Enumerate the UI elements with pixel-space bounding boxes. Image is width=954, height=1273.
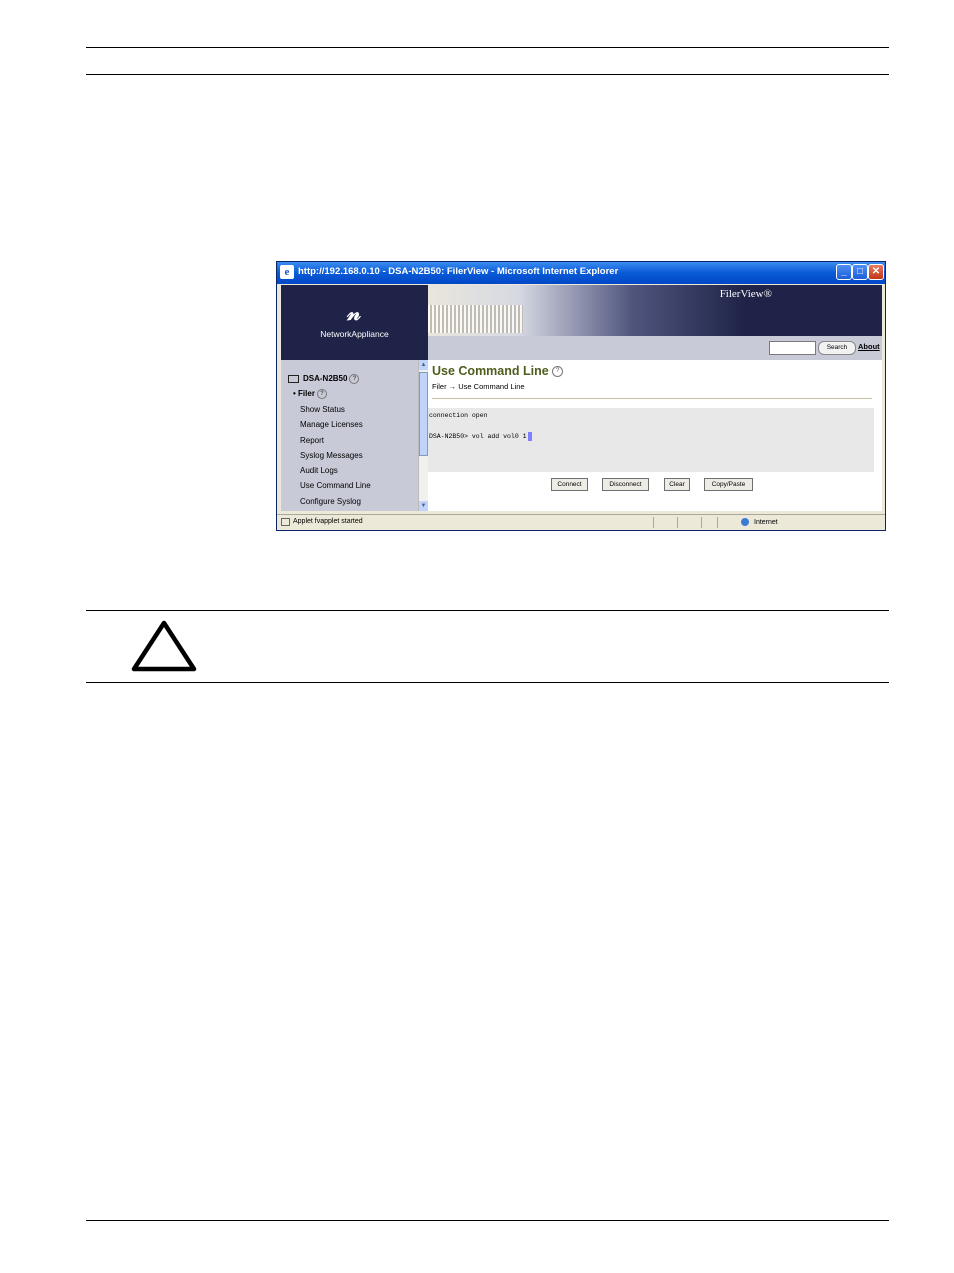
- clear-button[interactable]: Clear: [664, 478, 690, 491]
- sidebar-item-configure-syslog[interactable]: Configure Syslog: [300, 497, 361, 506]
- connect-button[interactable]: Connect: [551, 478, 588, 491]
- search-input[interactable]: [769, 341, 816, 355]
- sidebar-item-show-status[interactable]: Show Status: [300, 405, 345, 414]
- title-divider: [432, 398, 872, 399]
- sidebar-item-manage-licenses[interactable]: Manage Licenses: [300, 420, 363, 429]
- header-rule-bottom: [86, 74, 889, 75]
- caution-rule-bottom: [86, 682, 889, 683]
- netapp-logo-icon: 𝓃: [347, 300, 361, 325]
- filer-device-icon: [288, 375, 299, 383]
- browser-window-screenshot: e http://192.168.0.10 - DSA-N2B50: Filer…: [276, 261, 886, 531]
- sidebar-item-audit-logs[interactable]: Audit Logs: [300, 466, 338, 475]
- status-separator: [701, 517, 702, 528]
- filerview-banner: FilerView®: [428, 285, 882, 336]
- scroll-up-icon[interactable]: ▲: [419, 360, 428, 370]
- scrollbar-thumb[interactable]: [419, 372, 428, 456]
- banner-hardware-image: [428, 305, 523, 333]
- applet-icon: [281, 518, 290, 526]
- status-separator: [677, 517, 678, 528]
- filer-label: Filer: [298, 389, 315, 399]
- text-cursor: [527, 432, 532, 441]
- brand-logo: 𝓃 NetworkAppliance: [281, 285, 428, 360]
- sidebar-host[interactable]: DSA-N2B50?: [288, 374, 360, 384]
- window-title-bar: e http://192.168.0.10 - DSA-N2B50: Filer…: [277, 262, 885, 284]
- copy-paste-button[interactable]: Copy/Paste: [704, 478, 753, 491]
- sidebar-item-report[interactable]: Report: [300, 436, 324, 445]
- help-icon[interactable]: ?: [316, 389, 327, 399]
- search-button[interactable]: Search: [818, 341, 856, 355]
- ie-icon: e: [280, 265, 294, 279]
- sidebar-item-filer[interactable]: • Filer?: [293, 389, 327, 399]
- sidebar-item-use-command-line[interactable]: Use Command Line: [300, 481, 371, 490]
- close-button[interactable]: ✕: [868, 264, 884, 280]
- footer-rule: [86, 1220, 889, 1221]
- help-icon[interactable]: ?: [552, 366, 564, 378]
- console-line: DSA-N2B50> vol add vol0 1: [429, 432, 532, 441]
- minimize-button[interactable]: _: [836, 264, 852, 280]
- main-content: Use Command Line ? Filer → Use Command L…: [428, 360, 882, 511]
- console-line: connection open: [429, 412, 488, 419]
- scroll-down-icon[interactable]: ▼: [419, 501, 428, 511]
- globe-icon: [741, 518, 749, 526]
- command-console[interactable]: connection open DSA-N2B50> vol add vol0 …: [428, 408, 874, 472]
- disconnect-button[interactable]: Disconnect: [602, 478, 649, 491]
- header-rule-top: [86, 47, 889, 48]
- sidebar-scrollbar[interactable]: ▲ ▼: [418, 360, 428, 511]
- sidebar-item-syslog-messages[interactable]: Syslog Messages: [300, 451, 363, 460]
- search-bar: Search About: [428, 336, 882, 360]
- about-link[interactable]: About: [858, 342, 880, 351]
- sidebar-nav: DSA-N2B50? • Filer? Show Status Manage L…: [281, 360, 418, 511]
- product-name: FilerView®: [719, 288, 772, 300]
- host-name: DSA-N2B50: [303, 374, 348, 384]
- status-separator: [717, 517, 718, 528]
- help-icon[interactable]: ?: [349, 374, 360, 384]
- breadcrumb: Filer → Use Command Line: [432, 382, 525, 391]
- status-text: Applet fvapplet started: [293, 518, 363, 525]
- window-title: http://192.168.0.10 - DSA-N2B50: FilerVi…: [298, 266, 619, 277]
- security-zone: Internet: [741, 518, 778, 526]
- caution-triangle-icon: [131, 620, 197, 672]
- page-title: Use Command Line ?: [432, 364, 564, 378]
- maximize-button[interactable]: □: [852, 264, 868, 280]
- brand-name: NetworkAppliance: [320, 329, 389, 339]
- status-separator: [653, 517, 654, 528]
- caution-rule-top: [86, 610, 889, 611]
- status-bar: Applet fvapplet started Internet: [277, 514, 885, 530]
